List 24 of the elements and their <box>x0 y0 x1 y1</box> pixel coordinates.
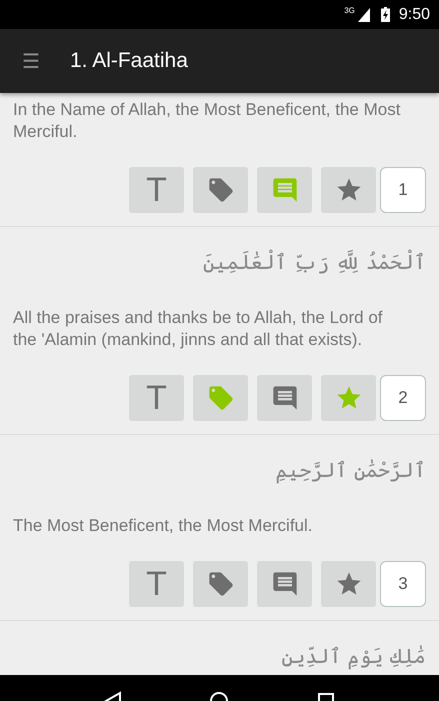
bookmark-button[interactable] <box>321 167 376 213</box>
note-button[interactable] <box>257 375 312 421</box>
menu-button[interactable]: ☰ <box>16 49 46 73</box>
tag-button[interactable] <box>193 167 248 213</box>
translation-button[interactable]: T <box>129 561 184 607</box>
note-button[interactable] <box>257 561 312 607</box>
verse-number: 3 <box>380 561 426 607</box>
arabic-verse: ٱلْحَمْدُ لِلَّهِ رَبِّ ٱلْعَٰلَمِينَ <box>202 248 426 276</box>
arabic-verse: ٱلرَّحْمَٰنِ ٱلرَّحِيمِ <box>274 457 426 485</box>
verse-translation: All the praises and thanks be to Allah, the Lord of the 'Alamin (mankind, jinns and all that exists). <box>13 307 384 351</box>
arabic-verse: مَٰلِكِ يَوْمِ ٱلدِّينِ <box>280 643 426 671</box>
tag-button[interactable] <box>193 561 248 607</box>
translation-button[interactable]: T <box>129 375 184 421</box>
battery-charging-icon <box>380 7 390 22</box>
translation-button[interactable]: T <box>129 167 184 213</box>
screen-title: 1. Al-Faatiha <box>70 49 188 73</box>
verse-translation: In the Name of Allah, the Most Beneficent, the Most Merciful. <box>13 99 402 143</box>
network-type: 3G <box>344 6 355 15</box>
verse-number: 1 <box>380 167 426 213</box>
signal-icon <box>358 8 370 22</box>
verse-number: 2 <box>380 375 426 421</box>
bookmark-button[interactable] <box>321 561 376 607</box>
clock: 9:50 <box>398 6 430 24</box>
verse-translation: The Most Beneficent, the Most Merciful. <box>13 515 314 537</box>
